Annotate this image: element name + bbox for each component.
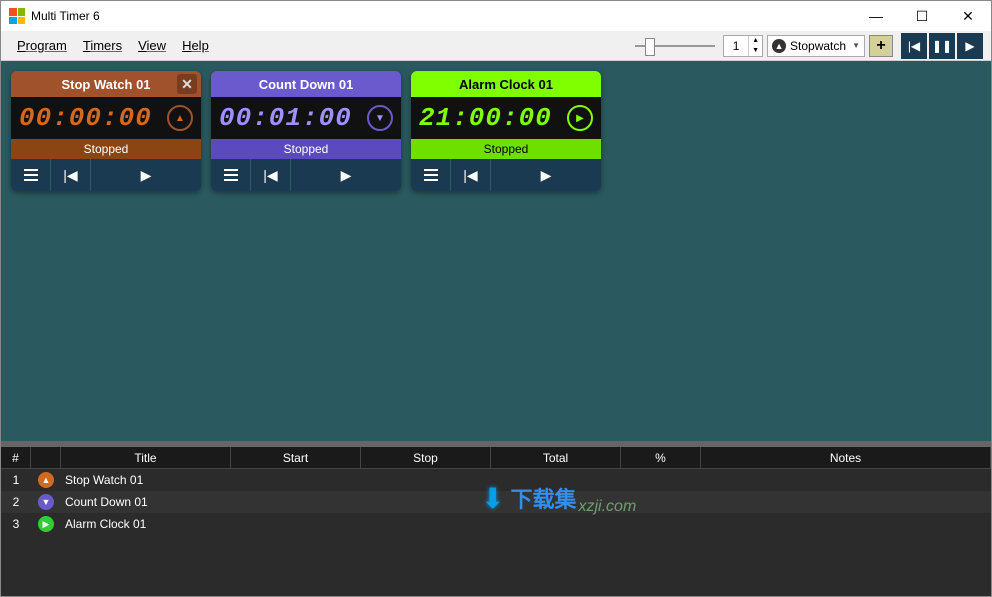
menubar: Program Timers View Help ▲▼ ▲ Stopwatch …	[1, 31, 991, 61]
play-button[interactable]: ▶	[291, 159, 401, 191]
timer-card: Count Down 01 00:01:00 ▼ Stopped |◀ ▶	[211, 71, 401, 191]
restart-button[interactable]: |◀	[51, 159, 91, 191]
combo-label: Stopwatch	[790, 39, 846, 53]
global-restart-button[interactable]: |◀	[901, 33, 927, 59]
maximize-button[interactable]: ☐	[899, 1, 945, 31]
menu-button[interactable]	[211, 159, 251, 191]
hamburger-icon	[224, 169, 238, 181]
mode-button[interactable]: ▼	[367, 105, 393, 131]
cell-title: Alarm Clock 01	[61, 517, 231, 531]
card-header[interactable]: Alarm Clock 01	[411, 71, 601, 97]
card-header[interactable]: Stop Watch 01 ✕	[11, 71, 201, 97]
card-title: Count Down 01	[259, 77, 354, 92]
col-stop[interactable]: Stop	[361, 447, 491, 468]
alarm-icon: ▶	[38, 516, 54, 532]
app-icon	[9, 8, 25, 24]
play-button[interactable]: ▶	[91, 159, 201, 191]
status-label: Stopped	[411, 139, 601, 159]
play-button[interactable]: ▶	[491, 159, 601, 191]
col-start[interactable]: Start	[231, 447, 361, 468]
stopwatch-icon: ▲	[772, 39, 786, 53]
chevron-down-icon: ▼	[852, 41, 860, 50]
time-display: 21:00:00	[419, 103, 552, 133]
play-icon: ▶	[576, 113, 584, 124]
cell-title: Count Down 01	[61, 495, 231, 509]
global-pause-button[interactable]: ❚❚	[929, 33, 955, 59]
time-display: 00:01:00	[219, 103, 352, 133]
add-timer-button[interactable]: +	[869, 35, 893, 57]
titlebar: Multi Timer 6 — ☐ ✕	[1, 1, 991, 31]
down-icon: ▼	[375, 113, 385, 124]
timer-table: # Title Start Stop Total % Notes 1 ▲ Sto…	[1, 441, 991, 596]
window-title: Multi Timer 6	[31, 9, 100, 23]
timer-card: Stop Watch 01 ✕ 00:00:00 ▲ Stopped |◀ ▶	[11, 71, 201, 191]
col-total[interactable]: Total	[491, 447, 621, 468]
countdown-icon: ▼	[38, 494, 54, 510]
table-header: # Title Start Stop Total % Notes	[1, 447, 991, 469]
card-title: Stop Watch 01	[61, 77, 150, 92]
menu-program[interactable]: Program	[9, 34, 75, 57]
status-label: Stopped	[11, 139, 201, 159]
count-spinner[interactable]: ▲▼	[723, 35, 763, 57]
zoom-slider[interactable]	[635, 36, 715, 56]
timer-card: Alarm Clock 01 21:00:00 ▶ Stopped |◀ ▶	[411, 71, 601, 191]
table-row[interactable]: 2 ▼ Count Down 01	[1, 491, 991, 513]
menu-button[interactable]	[411, 159, 451, 191]
col-notes[interactable]: Notes	[701, 447, 991, 468]
table-row[interactable]: 1 ▲ Stop Watch 01	[1, 469, 991, 491]
timer-type-combo[interactable]: ▲ Stopwatch ▼	[767, 35, 865, 57]
card-header[interactable]: Count Down 01	[211, 71, 401, 97]
global-play-button[interactable]: ▶	[957, 33, 983, 59]
hamburger-icon	[24, 169, 38, 181]
up-icon: ▲	[175, 113, 185, 124]
col-pct[interactable]: %	[621, 447, 701, 468]
cell-num: 1	[1, 473, 31, 487]
cell-title: Stop Watch 01	[61, 473, 231, 487]
spin-up-icon[interactable]: ▲	[748, 36, 762, 46]
mode-button[interactable]: ▲	[167, 105, 193, 131]
menu-timers[interactable]: Timers	[75, 34, 130, 57]
minimize-button[interactable]: —	[853, 1, 899, 31]
hamburger-icon	[424, 169, 438, 181]
stopwatch-icon: ▲	[38, 472, 54, 488]
restart-button[interactable]: |◀	[451, 159, 491, 191]
cell-num: 2	[1, 495, 31, 509]
menu-button[interactable]	[11, 159, 51, 191]
status-label: Stopped	[211, 139, 401, 159]
spin-down-icon[interactable]: ▼	[748, 46, 762, 56]
col-icon[interactable]	[31, 447, 61, 468]
restart-button[interactable]: |◀	[251, 159, 291, 191]
table-row[interactable]: 3 ▶ Alarm Clock 01	[1, 513, 991, 535]
timer-area: Stop Watch 01 ✕ 00:00:00 ▲ Stopped |◀ ▶ …	[1, 61, 991, 441]
mode-button[interactable]: ▶	[567, 105, 593, 131]
col-title[interactable]: Title	[61, 447, 231, 468]
card-close-button[interactable]: ✕	[177, 74, 197, 94]
count-input[interactable]	[724, 39, 748, 53]
close-button[interactable]: ✕	[945, 1, 991, 31]
time-display: 00:00:00	[19, 103, 152, 133]
card-title: Alarm Clock 01	[459, 77, 553, 92]
cell-num: 3	[1, 517, 31, 531]
menu-help[interactable]: Help	[174, 34, 217, 57]
menu-view[interactable]: View	[130, 34, 174, 57]
col-num[interactable]: #	[1, 447, 31, 468]
